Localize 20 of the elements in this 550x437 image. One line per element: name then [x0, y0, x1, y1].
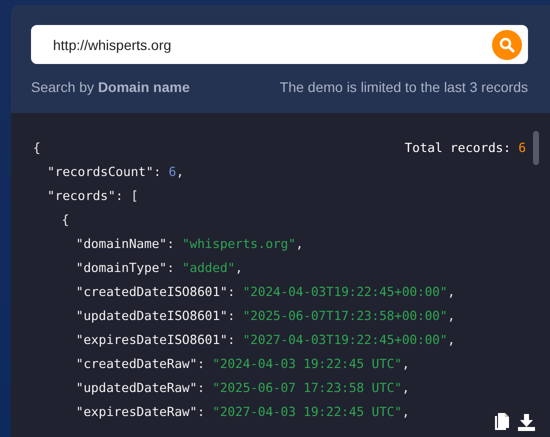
scrollbar-thumb[interactable] [533, 131, 539, 165]
code-line: { [62, 212, 70, 227]
code-line: "createdDateRaw": "2024-04-03 19:22:45 UTC", [76, 356, 410, 371]
code-line: "updatedDateRaw": "2025-06-07 17:23:58 UTC", [76, 380, 410, 395]
code-line: "createdDateISO8601": "2024-04-03T19:22:45+00:00", [76, 284, 456, 299]
total-records: Total records: 6 [404, 139, 526, 157]
search-field[interactable]: http://whisperts.org [31, 25, 528, 64]
code-line: "recordsCount": 6, [47, 164, 184, 179]
demo-notice: The demo is limited to the last 3 records [280, 79, 528, 95]
code-line: "expiresDateRaw": "2027-04-03 19:22:45 UTC", [76, 404, 410, 419]
search-icon [499, 36, 515, 52]
code-line: "domainName": "whisperts.org", [76, 236, 304, 251]
code-line: "domainType": "added", [76, 260, 243, 275]
code-line: "expiresDateISO8601": "2027-04-03T19:22:45+00:00", [76, 332, 456, 347]
search-hint: Search by Domain name [31, 79, 190, 95]
code-line: { [33, 140, 41, 155]
code-line: "updatedDateISO8601": "2025-06-07T17:23:58+00:00", [76, 308, 456, 323]
download-icon[interactable] [518, 414, 535, 431]
code-line: "records": [ [47, 188, 138, 203]
copy-icon[interactable] [494, 413, 509, 431]
